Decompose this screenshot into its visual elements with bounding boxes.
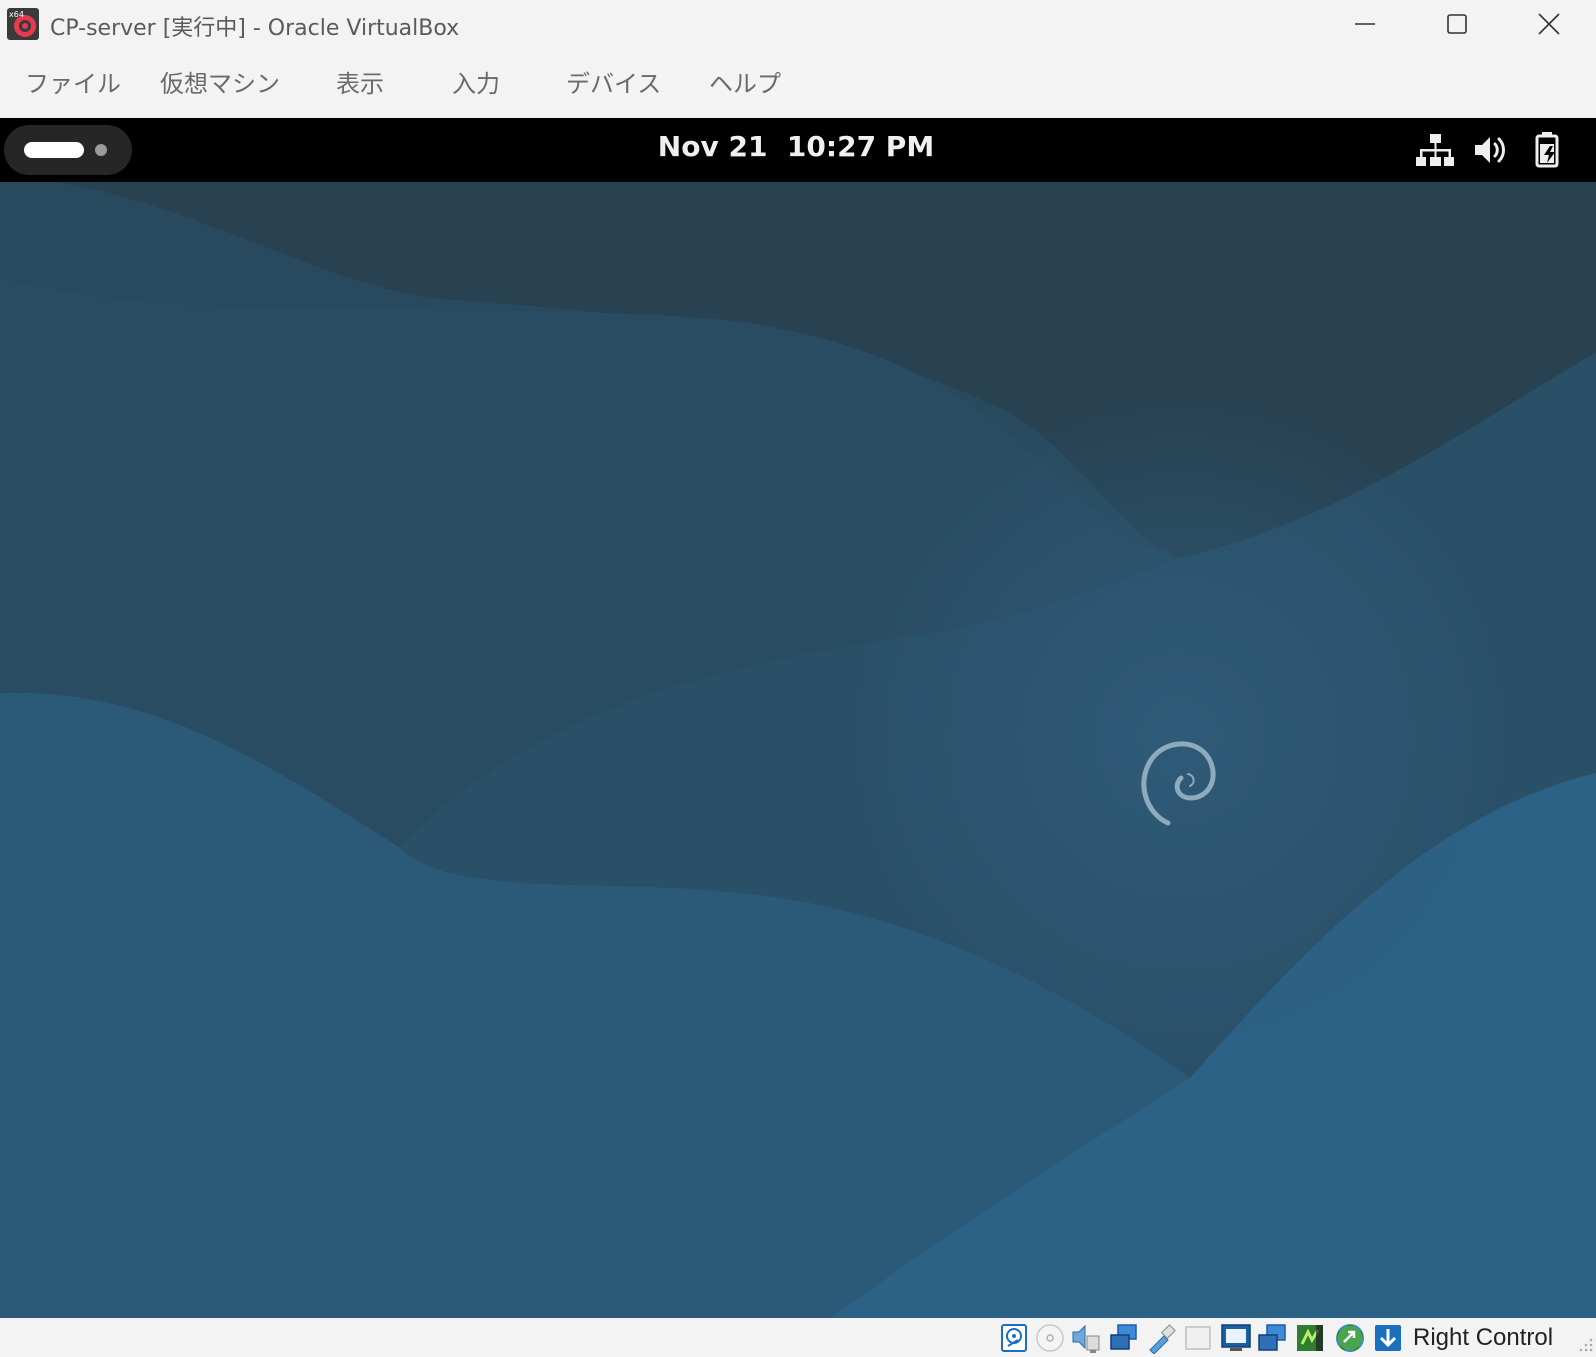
hard-disk-icon[interactable]: [998, 1322, 1030, 1354]
display-icon[interactable]: [1220, 1322, 1252, 1354]
guest-display[interactable]: Nov 21 10:27 PM: [0, 118, 1596, 1318]
app-icon-badge: x64: [9, 10, 24, 19]
cpu-icon[interactable]: [1294, 1322, 1326, 1354]
status-bar: Right Control: [0, 1318, 1596, 1357]
close-icon: [1538, 13, 1560, 35]
recording-icon[interactable]: [1256, 1322, 1288, 1354]
network-icon[interactable]: [1108, 1322, 1140, 1354]
menu-machine[interactable]: 仮想マシン: [160, 64, 280, 99]
menu-input[interactable]: 入力: [452, 64, 500, 99]
menu-bar: ファイル 仮想マシン 表示 入力 デバイス ヘルプ: [0, 48, 1596, 118]
maximize-button[interactable]: [1412, 0, 1502, 48]
mouse-integration-icon[interactable]: [1334, 1322, 1366, 1354]
virtualbox-app-icon[interactable]: x64: [7, 8, 39, 40]
menu-devices[interactable]: デバイス: [566, 64, 661, 99]
shared-folders-icon[interactable]: [1182, 1322, 1214, 1354]
menu-view[interactable]: 表示: [336, 64, 384, 99]
network-wired-icon[interactable]: [1415, 130, 1455, 170]
audio-icon[interactable]: [1070, 1322, 1102, 1354]
clock[interactable]: Nov 21 10:27 PM: [0, 130, 1596, 163]
host-key-label[interactable]: Right Control: [1413, 1324, 1553, 1352]
maximize-icon: [1447, 14, 1467, 34]
volume-icon[interactable]: [1471, 130, 1511, 170]
window-title: CP-server [実行中] - Oracle VirtualBox: [50, 16, 460, 41]
gnome-top-bar: Nov 21 10:27 PM: [0, 118, 1596, 182]
menu-help[interactable]: ヘルプ: [709, 64, 781, 99]
battery-charging-icon[interactable]: [1528, 130, 1568, 170]
desktop-wallpaper: [0, 118, 1596, 1318]
minimize-icon: [1355, 23, 1375, 25]
optical-drive-icon[interactable]: [1034, 1322, 1066, 1354]
title-bar[interactable]: x64 CP-server [実行中] - Oracle VirtualBox: [0, 0, 1596, 48]
menu-file[interactable]: ファイル: [25, 64, 121, 99]
usb-icon[interactable]: [1144, 1322, 1176, 1354]
virtualbox-window: x64 CP-server [実行中] - Oracle VirtualBox …: [0, 0, 1596, 1357]
close-button[interactable]: [1504, 0, 1594, 48]
keyboard-capture-icon[interactable]: [1372, 1322, 1404, 1354]
clock-label: Nov 21 10:27 PM: [657, 130, 935, 163]
minimize-button[interactable]: [1320, 0, 1410, 48]
resize-grip-icon[interactable]: [1576, 1337, 1594, 1355]
